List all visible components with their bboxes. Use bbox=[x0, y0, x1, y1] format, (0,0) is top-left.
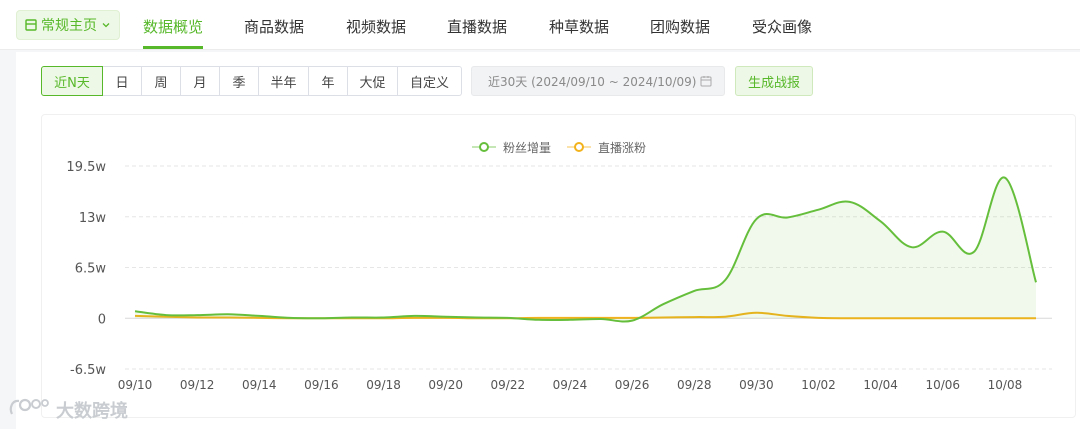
point-fans-growth bbox=[538, 319, 540, 321]
point-fans-growth bbox=[134, 310, 136, 312]
y-tick-label: 19.5w bbox=[66, 160, 106, 175]
watermark: 大数跨境 bbox=[8, 396, 128, 423]
x-tick-label: 09/12 bbox=[180, 378, 215, 392]
point-fans-growth bbox=[476, 316, 478, 318]
x-tick-label: 10/08 bbox=[988, 378, 1023, 392]
y-tick-label: 6.5w bbox=[75, 262, 107, 277]
point-fans-growth bbox=[351, 316, 353, 318]
point-fans-growth bbox=[196, 314, 198, 316]
x-tick-label: 09/10 bbox=[118, 378, 153, 392]
x-tick-label: 10/06 bbox=[925, 378, 960, 392]
point-fans-growth bbox=[973, 251, 975, 253]
point-fans-growth bbox=[849, 201, 851, 203]
x-tick-label: 09/16 bbox=[304, 378, 339, 392]
legend-label: 粉丝增量 bbox=[503, 141, 551, 155]
x-tick-label: 10/04 bbox=[863, 378, 898, 392]
x-tick-label: 09/14 bbox=[242, 378, 277, 392]
point-fans-growth bbox=[414, 315, 416, 317]
x-tick-label: 09/24 bbox=[553, 378, 588, 392]
point-fans-growth bbox=[911, 246, 913, 248]
point-fans-growth bbox=[942, 231, 944, 233]
x-tick-label: 09/22 bbox=[491, 378, 526, 392]
point-fans-growth bbox=[227, 313, 229, 315]
x-tick-label: 10/02 bbox=[801, 378, 836, 392]
point-fans-growth bbox=[1004, 177, 1006, 179]
point-fans-growth bbox=[383, 316, 385, 318]
point-fans-growth bbox=[786, 217, 788, 219]
y-tick-label: 13w bbox=[79, 211, 107, 226]
y-tick-label: -6.5w bbox=[70, 363, 106, 378]
y-tick-label: 0 bbox=[98, 312, 106, 327]
point-fans-growth bbox=[631, 320, 633, 322]
watermark-text: 大数跨境 bbox=[56, 400, 128, 422]
legend-fans-growth[interactable]: 粉丝增量 bbox=[472, 141, 551, 155]
watermark-logo-icon bbox=[8, 396, 52, 423]
point-fans-growth bbox=[880, 220, 882, 222]
x-tick-label: 09/28 bbox=[677, 378, 712, 392]
point-fans-growth bbox=[289, 317, 291, 319]
point-fans-growth bbox=[507, 317, 509, 319]
fans-growth-line-chart: -6.5w 0 6.5w 13w 19.5w 09/10 09/12 09/14 09/16 09… bbox=[66, 140, 1052, 392]
x-tick-label: 09/26 bbox=[615, 378, 650, 392]
point-fans-growth bbox=[445, 316, 447, 318]
series-area-fans-growth bbox=[135, 177, 1036, 322]
legend-label: 直播涨粉 bbox=[598, 140, 646, 155]
point-fans-growth bbox=[600, 318, 602, 320]
x-tick-label: 09/18 bbox=[366, 378, 401, 392]
point-fans-growth bbox=[569, 319, 571, 321]
point-fans-growth bbox=[818, 209, 820, 211]
point-fans-growth bbox=[258, 315, 260, 317]
point-fans-growth bbox=[724, 279, 726, 281]
point-fans-growth bbox=[693, 290, 695, 292]
x-tick-label: 09/20 bbox=[428, 378, 463, 392]
point-fans-growth bbox=[320, 317, 322, 319]
point-fans-growth bbox=[755, 218, 757, 220]
x-tick-label: 09/30 bbox=[739, 378, 774, 392]
point-fans-growth bbox=[165, 314, 167, 316]
point-fans-growth bbox=[1035, 281, 1037, 283]
point-fans-growth bbox=[662, 303, 664, 305]
legend-live-fans[interactable]: 直播涨粉 bbox=[567, 140, 646, 155]
